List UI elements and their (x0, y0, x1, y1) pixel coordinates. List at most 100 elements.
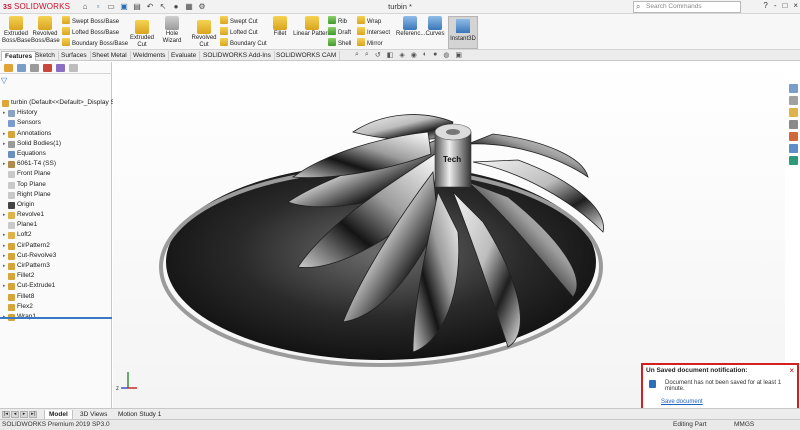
custom-properties-icon[interactable] (788, 144, 798, 153)
edit-appearance-icon[interactable]: ● (433, 51, 437, 59)
design-library-icon[interactable] (788, 96, 798, 105)
expand-arrow-icon[interactable]: ▸ (3, 210, 6, 220)
feature-tree-item[interactable]: Right Plane (0, 190, 112, 200)
close-icon[interactable]: × (789, 366, 794, 375)
mirror-button[interactable]: Mirror (357, 38, 383, 49)
scene-icon[interactable]: ◍ (443, 51, 449, 59)
appearances-icon[interactable] (788, 132, 798, 141)
select-icon[interactable]: ↖ (158, 2, 168, 12)
first-tab-icon[interactable]: |◂ (2, 411, 10, 418)
revolved-cut-button[interactable]: Revolved Cut (190, 20, 218, 49)
feature-tree-item[interactable]: ▸ Loft2 (0, 230, 112, 240)
undo-icon[interactable]: ↶ (145, 2, 155, 12)
rollback-bar[interactable] (0, 317, 112, 319)
print-icon[interactable]: ▤ (132, 2, 142, 12)
fillet-button[interactable]: Fillet (270, 16, 290, 38)
boundary-cut-button[interactable]: Boundary Cut (220, 38, 267, 49)
feature-tree-item[interactable]: Origin (0, 200, 112, 210)
new-document-icon[interactable]: ▫ (93, 2, 103, 12)
instant3d-button[interactable]: Instant3D (448, 16, 478, 49)
filter-icon[interactable]: ▽ (1, 76, 7, 85)
feature-tree-item[interactable]: ▸ 6061-T4 (SS) (0, 159, 112, 169)
expand-arrow-icon[interactable]: ▸ (3, 230, 6, 240)
feature-tree-item[interactable]: Top Plane (0, 180, 112, 190)
lofted-cut-button[interactable]: Lofted Cut (220, 27, 258, 38)
maximize-button[interactable]: □ (782, 1, 787, 10)
tab-motion-study[interactable]: Motion Study 1 (114, 410, 165, 419)
feature-tree-item[interactable]: Fillet8 (0, 292, 112, 302)
hole-wizard-button[interactable]: Hole Wizard (157, 16, 187, 45)
extruded-cut-button[interactable]: Extruded Cut (128, 20, 156, 49)
rib-button[interactable]: Rib (328, 16, 347, 27)
section-view-icon[interactable]: ◧ (387, 51, 394, 59)
extruded-boss-button[interactable]: Extruded Boss/Base (2, 16, 31, 45)
help-icon[interactable]: ? (763, 1, 767, 10)
forum-icon[interactable] (788, 156, 798, 165)
tab-sketch[interactable]: Sketch (32, 51, 59, 60)
wrap-button[interactable]: Wrap (357, 16, 381, 27)
feature-tree-item[interactable]: ▸ Cut-Revolve3 (0, 251, 112, 261)
expand-arrow-icon[interactable]: ▸ (3, 281, 6, 291)
tab-weldments[interactable]: Weldments (130, 51, 170, 60)
curves-button[interactable]: Curves (424, 16, 446, 38)
zoom-to-fit-icon[interactable]: ⌕ (355, 51, 359, 59)
previous-view-icon[interactable]: ↺ (375, 51, 381, 59)
feature-tree-item[interactable]: Flex2 (0, 302, 112, 312)
boundary-boss-button[interactable]: Boundary Boss/Base (62, 38, 128, 49)
feature-tree-item[interactable]: Plane1 (0, 220, 112, 230)
last-tab-icon[interactable]: ▸| (29, 411, 37, 418)
expand-arrow-icon[interactable]: ▸ (3, 261, 6, 271)
solidworks-logo[interactable]: 3S SOLIDWORKS (3, 2, 70, 11)
unit-system[interactable]: MMGS (734, 421, 754, 428)
feature-tree-item[interactable]: ▸ CirPattern3 (0, 261, 112, 271)
view-palette-icon[interactable] (788, 120, 798, 129)
tab-surfaces[interactable]: Surfaces (58, 51, 91, 60)
reference-geometry-button[interactable]: Referenc... (396, 16, 425, 38)
home-icon[interactable]: ⌂ (80, 2, 90, 12)
feature-tree-item[interactable]: ▸ Revolve1 (0, 210, 112, 220)
previous-tab-icon[interactable]: ◂ (11, 411, 19, 418)
feature-tree-item[interactable]: ▸ History (0, 108, 112, 118)
tab-features[interactable]: Features (1, 51, 37, 61)
graphics-area[interactable]: Tech (113, 62, 785, 408)
expand-arrow-icon[interactable]: ▸ (3, 241, 6, 251)
feature-tree-tab-icon[interactable] (4, 64, 13, 72)
feature-tree-item[interactable]: ▸ Cut-Extrude1 (0, 281, 112, 291)
tab-evaluate[interactable]: Evaluate (168, 51, 201, 60)
expand-arrow-icon[interactable]: ▸ (3, 159, 6, 169)
minimize-button[interactable]: - (774, 1, 777, 10)
tab-sheet-metal[interactable]: Sheet Metal (89, 51, 131, 60)
draft-button[interactable]: Draft (328, 27, 351, 38)
linear-pattern-button[interactable]: Linear Pattern (292, 16, 332, 38)
save-document-link[interactable]: Save document (661, 399, 703, 405)
file-properties-icon[interactable]: ▦ (184, 2, 194, 12)
tab-addins[interactable]: SOLIDWORKS Add-Ins (200, 51, 275, 60)
turbine-model[interactable]: Tech (113, 62, 785, 408)
feature-tree-item[interactable]: Fillet2 (0, 271, 112, 281)
open-icon[interactable]: ▭ (106, 2, 116, 12)
hide-show-icon[interactable]: ◐ (423, 51, 427, 59)
zoom-area-icon[interactable]: ⌕ (365, 51, 369, 59)
feature-tree-item[interactable]: ▸ CirPattern2 (0, 241, 112, 251)
feature-tree-item[interactable]: turbin (Default<<Default>_Display S (0, 98, 115, 108)
rebuild-icon[interactable]: ● (171, 2, 181, 12)
next-tab-icon[interactable]: ▸ (20, 411, 28, 418)
configuration-manager-tab-icon[interactable] (30, 64, 39, 72)
close-button[interactable]: × (793, 1, 798, 10)
more-tabs-icon[interactable] (69, 64, 78, 72)
expand-arrow-icon[interactable]: ▸ (3, 139, 6, 149)
intersect-button[interactable]: Intersect (357, 27, 390, 38)
search-commands-input[interactable]: ⌕ Search Commands (633, 1, 741, 13)
save-icon[interactable]: ▣ (119, 2, 129, 12)
tab-cam[interactable]: SOLIDWORKS CAM (273, 51, 341, 60)
solidworks-resources-icon[interactable] (788, 84, 798, 93)
feature-tree-item[interactable]: Equations (0, 149, 112, 159)
feature-tree-item[interactable]: ▸ Solid Bodies(1) (0, 139, 112, 149)
swept-cut-button[interactable]: Swept Cut (220, 16, 258, 27)
view-orientation-icon[interactable]: ◈ (399, 51, 404, 59)
swept-boss-button[interactable]: Swept Boss/Base (62, 16, 119, 27)
property-manager-tab-icon[interactable] (17, 64, 26, 72)
feature-tree-item[interactable]: Sensors (0, 118, 112, 128)
revolved-boss-button[interactable]: Revolved Boss/Base (31, 16, 60, 45)
expand-arrow-icon[interactable]: ▸ (3, 129, 6, 139)
